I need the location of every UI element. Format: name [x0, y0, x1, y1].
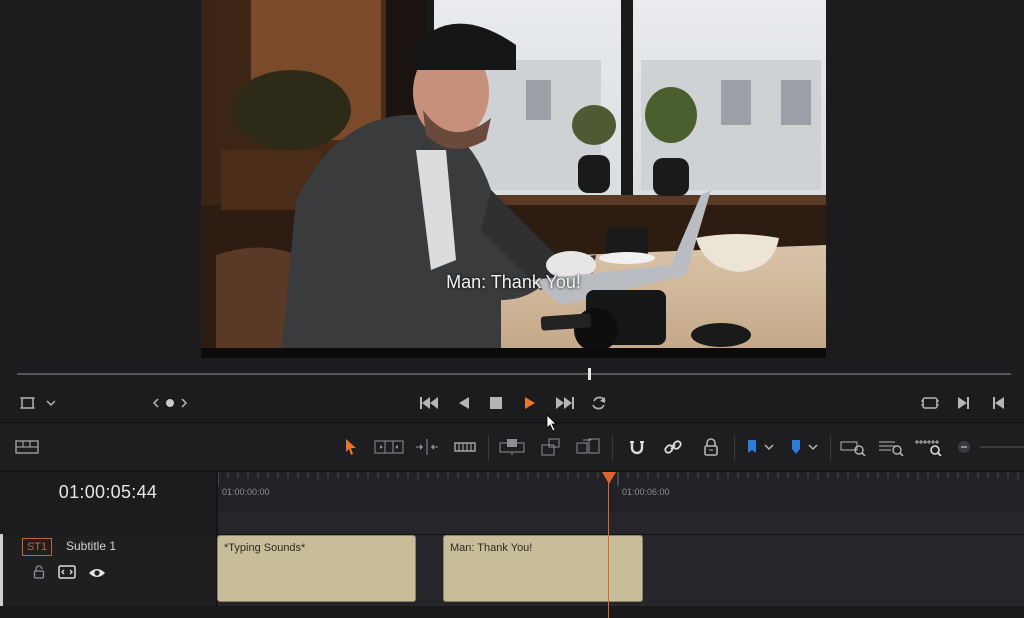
track-visibility-eye-icon[interactable]	[88, 566, 106, 584]
timecode-panel: 01:00:05:44	[0, 472, 216, 512]
ruler-label-6s: 01:00:06:00	[622, 487, 670, 497]
subtitle-clip[interactable]: *Typing Sounds*	[217, 535, 416, 602]
match-frame-icon[interactable]	[916, 382, 944, 424]
clip-label: Man: Thank You!	[450, 542, 533, 554]
track-footer	[0, 606, 1024, 618]
marker-icon[interactable]	[786, 432, 822, 462]
toolbar-separator	[488, 435, 489, 461]
zoom-out-icon[interactable]	[954, 432, 974, 462]
prev-dot-next-icon[interactable]	[146, 382, 194, 424]
toolbar-separator	[734, 435, 735, 461]
replace-clip-icon[interactable]	[572, 432, 604, 462]
snapping-icon[interactable]	[624, 432, 650, 462]
toolbar-separator	[830, 435, 831, 461]
loop-icon[interactable]	[586, 382, 612, 424]
dynamic-trim-icon[interactable]	[410, 432, 444, 462]
linked-selection-icon[interactable]	[660, 432, 686, 462]
skip-to-start-icon[interactable]	[414, 382, 444, 424]
insert-clip-icon[interactable]	[496, 432, 528, 462]
scrubber-handle[interactable]	[588, 368, 591, 380]
flag-icon[interactable]	[742, 432, 778, 462]
zoom-slider[interactable]	[980, 446, 1024, 448]
zoom-detail-icon[interactable]	[876, 432, 906, 462]
clip-label: *Typing Sounds*	[224, 542, 306, 554]
ruler-label-start: 01:00:00:00	[222, 487, 270, 497]
next-edit-icon[interactable]	[952, 382, 976, 424]
zoom-full-icon[interactable]	[838, 432, 868, 462]
playhead-line	[608, 476, 609, 618]
ruler-ticks	[218, 472, 1019, 486]
stop-icon[interactable]	[484, 382, 508, 424]
viewer: Man: Thank You!	[0, 0, 1024, 362]
track-color-strip	[0, 534, 3, 606]
play-icon[interactable]	[518, 382, 542, 424]
subtitle-clip[interactable]: Man: Thank You!	[443, 535, 643, 602]
playhead-handle[interactable]	[602, 472, 616, 484]
divider	[0, 422, 1024, 423]
zoom-custom-icon[interactable]	[912, 432, 946, 462]
track-lock-icon[interactable]	[32, 565, 46, 584]
reverse-play-icon[interactable]	[452, 382, 476, 424]
scrubber-track[interactable]	[17, 373, 1011, 375]
video-image	[201, 0, 826, 358]
crop-frame-icon[interactable]	[16, 382, 58, 424]
selection-icon[interactable]	[338, 432, 364, 462]
track-caption-icon[interactable]	[58, 565, 76, 584]
toolbar-separator	[612, 435, 613, 461]
prev-edit-icon[interactable]	[986, 382, 1010, 424]
position-lock-icon[interactable]	[698, 432, 724, 462]
mouse-cursor-icon	[546, 414, 558, 437]
track-badge[interactable]: ST1	[22, 538, 52, 556]
timeline-toolbar	[0, 424, 1024, 470]
transport-controls	[0, 382, 1024, 424]
timecode-display[interactable]: 01:00:05:44	[59, 482, 157, 503]
timeline-ruler[interactable]: 01:00:00:00 01:00:06:00	[218, 472, 1024, 512]
track-name[interactable]: Subtitle 1	[66, 539, 116, 553]
subtitle-overlay: Man: Thank You!	[446, 272, 581, 292]
divider	[0, 534, 216, 535]
track-header-spacer	[0, 512, 216, 534]
blade-icon[interactable]	[450, 432, 480, 462]
timeline-view-options-icon[interactable]	[12, 432, 42, 462]
video-frame: Man: Thank You!	[201, 0, 826, 358]
trim-edit-icon[interactable]	[372, 432, 406, 462]
